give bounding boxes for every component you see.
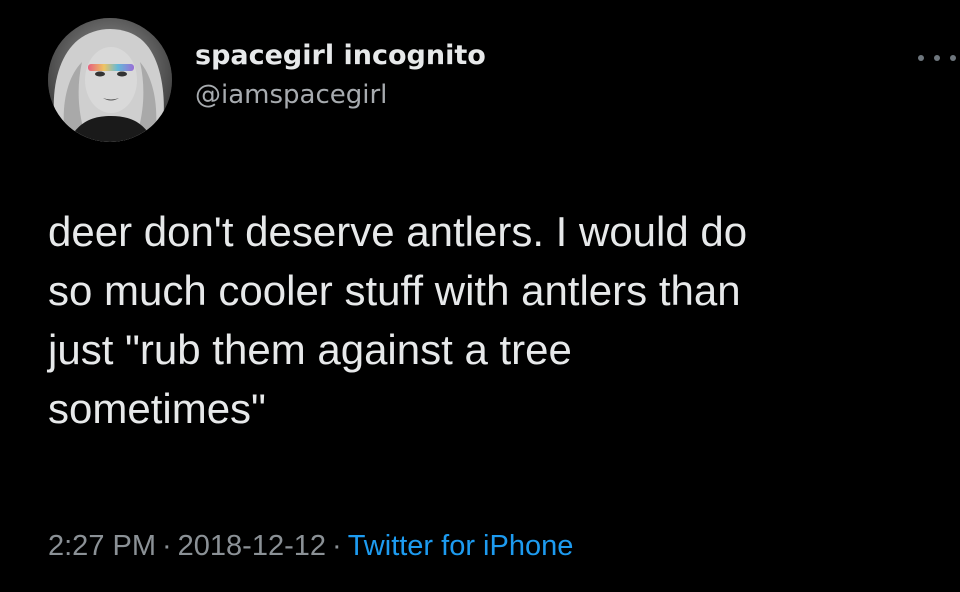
avatar[interactable]	[48, 18, 172, 142]
more-dot	[918, 55, 924, 61]
tweet-text: deer don't deserve antlers. I would do s…	[48, 202, 938, 438]
separator: ·	[332, 530, 342, 562]
tweet-text-line: just "rub them against a tree	[48, 326, 572, 373]
tweet-text-line: so much cooler stuff with antlers than	[48, 267, 741, 314]
display-name[interactable]: spacegirl incognito	[195, 40, 486, 71]
tweet-text-line: sometimes"	[48, 385, 266, 432]
tweet-source-link[interactable]: Twitter for iPhone	[348, 530, 574, 562]
tweet-text-line: deer don't deserve antlers. I would do	[48, 208, 748, 255]
tweet-metadata: 2:27 PM · 2018-12-12 · Twitter for iPhone	[48, 530, 573, 563]
tweet-card: spacegirl incognito @iamspacegirl deer d…	[0, 0, 960, 592]
user-handle[interactable]: @iamspacegirl	[195, 80, 387, 110]
more-dot	[950, 55, 956, 61]
tweet-date[interactable]: 2018-12-12	[178, 530, 326, 562]
avatar-image	[48, 18, 172, 142]
more-options-icon[interactable]	[918, 48, 956, 68]
tweet-time[interactable]: 2:27 PM	[48, 530, 156, 562]
more-dot	[934, 55, 940, 61]
separator: ·	[162, 530, 172, 562]
